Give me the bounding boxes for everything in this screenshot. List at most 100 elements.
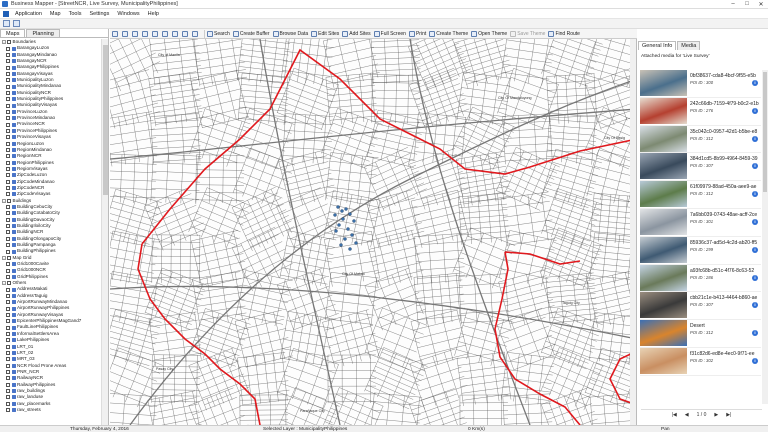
checkbox[interactable]	[6, 116, 10, 121]
checkbox[interactable]	[6, 173, 10, 178]
media-item[interactable]: 242c66db-7159-4f79-b0c2-e1b POI ID : 276 i	[640, 97, 761, 126]
checkbox[interactable]	[7, 40, 11, 45]
checkbox[interactable]	[6, 300, 10, 305]
checkbox[interactable]	[6, 236, 10, 241]
last-page-icon[interactable]: ▶|	[726, 412, 731, 418]
checkbox[interactable]	[6, 109, 10, 114]
checkbox[interactable]	[6, 148, 10, 153]
menu-settings[interactable]: Settings	[85, 11, 113, 17]
save-theme-button[interactable]: Save Theme	[510, 30, 545, 37]
tab-planning[interactable]: Planning	[26, 29, 60, 37]
checkbox[interactable]	[6, 135, 10, 140]
checkbox[interactable]	[6, 363, 10, 368]
checkbox[interactable]	[6, 344, 10, 349]
checkbox[interactable]	[6, 370, 10, 375]
checkbox[interactable]	[7, 198, 11, 203]
menu-map[interactable]: Map	[46, 11, 65, 17]
media-scrollbar[interactable]	[762, 70, 768, 404]
survey-poi-marker[interactable]	[334, 229, 338, 233]
checkbox[interactable]	[6, 122, 10, 127]
checkbox[interactable]	[6, 306, 10, 311]
media-item[interactable]: Desert POI ID : 312 i	[640, 320, 761, 348]
checkbox[interactable]	[6, 103, 10, 108]
maximize-icon[interactable]: □	[740, 0, 754, 9]
checkbox[interactable]	[6, 97, 10, 102]
collapse-icon[interactable]: -	[2, 198, 6, 203]
create-buffer-button[interactable]: Create Buffer	[232, 30, 270, 37]
checkbox[interactable]	[6, 268, 10, 273]
survey-poi-marker[interactable]	[346, 227, 350, 231]
survey-poi-marker[interactable]	[348, 247, 352, 251]
checkbox[interactable]	[6, 249, 10, 254]
media-thumbnail[interactable]	[640, 70, 687, 96]
open-theme-button[interactable]: Open Theme	[471, 30, 507, 37]
checkbox[interactable]	[6, 382, 10, 387]
media-item[interactable]: a93fc68b-d51c-4f76-8c63-52 POI ID : 286 i	[640, 264, 761, 293]
app-menu-icon[interactable]	[3, 10, 9, 17]
edit-sites-button[interactable]: Edit Sites	[311, 30, 339, 37]
media-thumbnail[interactable]	[640, 264, 687, 291]
media-thumbnail[interactable]	[640, 236, 687, 263]
checkbox[interactable]	[6, 230, 10, 235]
checkbox[interactable]	[6, 186, 10, 191]
create-theme-button[interactable]: Create Theme	[429, 30, 468, 37]
survey-poi-marker[interactable]	[336, 205, 340, 209]
checkbox[interactable]	[6, 167, 10, 172]
info-icon[interactable]: i	[752, 274, 758, 281]
tab-maps[interactable]: Maps	[0, 29, 26, 37]
add-sites-button[interactable]: Add Sites	[342, 30, 371, 37]
checkbox[interactable]	[6, 262, 10, 267]
checkbox[interactable]	[6, 65, 10, 70]
collapse-icon[interactable]: -	[2, 255, 6, 260]
undo-icon[interactable]	[182, 30, 189, 37]
info-icon[interactable]: i	[752, 302, 758, 309]
find-route-button[interactable]: Find Route	[548, 30, 580, 37]
checkbox[interactable]	[6, 52, 10, 57]
media-thumbnail[interactable]	[640, 292, 687, 319]
menu-help[interactable]: Help	[144, 11, 163, 17]
media-thumbnail[interactable]	[640, 181, 687, 208]
checkbox[interactable]	[6, 331, 10, 336]
info-icon[interactable]: i	[752, 135, 758, 142]
checkbox[interactable]	[6, 287, 10, 292]
checkbox[interactable]	[6, 192, 10, 197]
polygon-icon[interactable]	[172, 30, 179, 37]
info-icon[interactable]: i	[752, 357, 758, 364]
media-item[interactable]: 384d1cd5-8b99-4964-8459-39 POI ID : 307 i	[640, 153, 761, 182]
checkbox[interactable]	[6, 128, 10, 133]
scrollbar-thumb[interactable]	[763, 72, 767, 192]
map-canvas[interactable]: City of Manila City Of Mandaluyong City …	[110, 39, 637, 425]
checkbox[interactable]	[6, 211, 10, 216]
menu-application[interactable]: Application	[11, 11, 46, 17]
checkbox[interactable]	[6, 71, 10, 76]
survey-poi-marker[interactable]	[339, 243, 343, 247]
info-icon[interactable]: i	[752, 163, 758, 170]
info-icon[interactable]: i	[752, 246, 758, 253]
survey-poi-marker[interactable]	[340, 209, 344, 213]
media-item[interactable]: 0bf38637-cda8-4bcf-9f55-e5b POI ID : 300 i	[640, 70, 761, 98]
checkbox[interactable]	[6, 408, 10, 413]
survey-poi-marker[interactable]	[350, 233, 354, 237]
checkbox[interactable]	[6, 319, 10, 324]
checkbox[interactable]	[6, 154, 10, 159]
survey-poi-marker[interactable]	[344, 207, 348, 211]
checkbox[interactable]	[6, 351, 10, 356]
info-icon[interactable]: i	[752, 191, 758, 198]
menu-windows[interactable]: Windows	[113, 11, 143, 17]
media-item[interactable]: 85936c37-ad5d-4c2d-ab20-ff5 POI ID : 299 i	[640, 236, 761, 265]
close-icon[interactable]: ✕	[754, 0, 768, 9]
checkbox[interactable]	[6, 274, 10, 279]
info-icon[interactable]: i	[752, 107, 758, 114]
media-item[interactable]: 35c042c0-0957-42d1-b5be-e8 POI ID : 312 i	[640, 125, 761, 154]
checkbox[interactable]	[6, 325, 10, 330]
media-thumbnail[interactable]	[640, 97, 687, 124]
checkbox[interactable]	[6, 205, 10, 210]
checkbox[interactable]	[7, 281, 11, 286]
survey-poi-marker[interactable]	[348, 212, 352, 216]
checkbox[interactable]	[6, 84, 10, 89]
info-icon[interactable]: i	[752, 80, 758, 86]
media-item[interactable]: 61f09979-88ad-450a-aee9-ae POI ID : 312 i	[640, 181, 761, 209]
checkbox[interactable]	[6, 338, 10, 343]
info-icon[interactable]: i	[752, 218, 758, 225]
checkbox[interactable]	[6, 78, 10, 83]
